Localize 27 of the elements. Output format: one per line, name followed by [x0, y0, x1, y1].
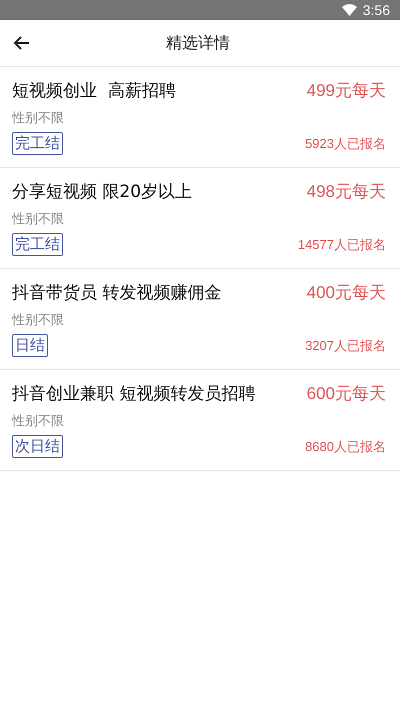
page-title: 精选详情 [166, 32, 230, 54]
gender-requirement: 性别不限 [12, 110, 64, 127]
settlement-tag: 完工结 [12, 132, 63, 155]
job-title: 抖音带货员 转发视频赚佣金 [12, 282, 222, 304]
settlement-tag: 完工结 [12, 233, 63, 256]
applicant-count: 14577人已报名 [298, 236, 386, 254]
settlement-tag: 次日结 [12, 435, 63, 458]
applicant-count: 5923人已报名 [305, 134, 386, 152]
job-title: 短视频创业 高薪招聘 [12, 80, 176, 102]
job-card[interactable]: 分享短视频 限20岁以上 498元每天 性别不限 完工结 14577人已报名 [0, 168, 400, 269]
job-card[interactable]: 抖音创业兼职 短视频转发员招聘 600元每天 性别不限 次日结 8680人已报名 [0, 370, 400, 471]
settlement-tag: 日结 [12, 334, 48, 357]
job-title: 分享短视频 限20岁以上 [12, 181, 192, 203]
gender-requirement: 性别不限 [12, 413, 64, 430]
applicant-count: 3207人已报名 [305, 336, 386, 354]
job-card[interactable]: 抖音带货员 转发视频赚佣金 400元每天 性别不限 日结 3207人已报名 [0, 269, 400, 370]
job-card[interactable]: 短视频创业 高薪招聘 499元每天 性别不限 完工结 5923人已报名 [0, 67, 400, 168]
job-salary: 498元每天 [306, 181, 386, 203]
job-salary: 400元每天 [306, 282, 386, 304]
status-time: 3:56 [362, 2, 390, 18]
job-salary: 600元每天 [306, 383, 386, 405]
wifi-icon [342, 4, 357, 16]
gender-requirement: 性别不限 [12, 312, 64, 329]
job-salary: 499元每天 [306, 80, 386, 102]
job-title: 抖音创业兼职 短视频转发员招聘 [12, 383, 256, 405]
gender-requirement: 性别不限 [12, 211, 64, 228]
applicant-count: 8680人已报名 [305, 438, 386, 456]
